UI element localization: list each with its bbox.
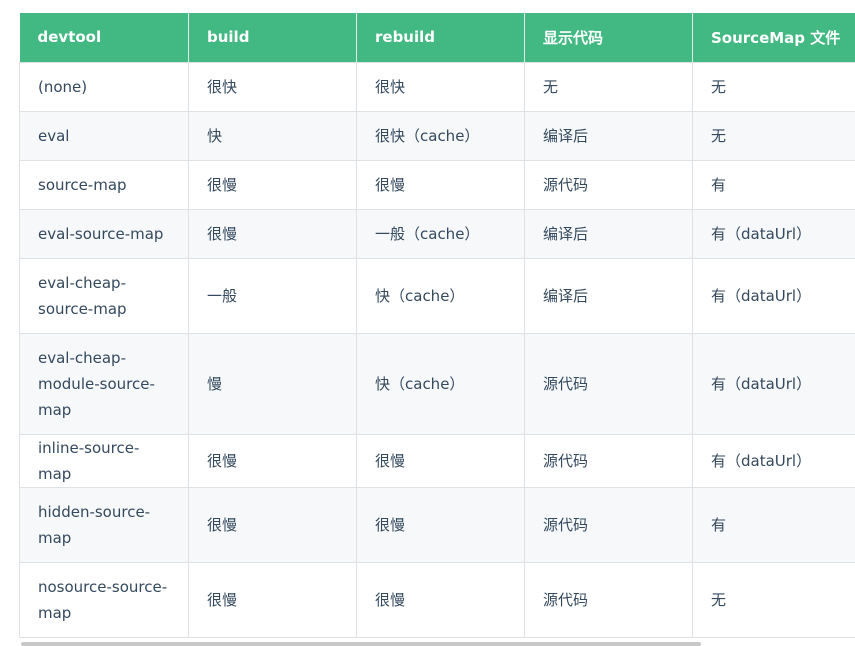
cell-devtool: (none) bbox=[19, 61, 189, 112]
table-row: eval-cheap-source-map 一般 快（cache） 编译后 有（… bbox=[19, 257, 855, 334]
cell-devtool: hidden-source-map bbox=[19, 486, 189, 563]
table-header: devtool build rebuild 显示代码 SourceMap 文件 bbox=[19, 13, 855, 62]
cell-display-code: 源代码 bbox=[524, 433, 693, 488]
cell-build: 很快 bbox=[188, 61, 357, 112]
comparison-table-container: devtool build rebuild 显示代码 SourceMap 文件 … bbox=[19, 13, 855, 638]
cell-rebuild: 快（cache） bbox=[356, 257, 525, 334]
cell-sourcemap-file: 有（dataUrl） bbox=[692, 257, 855, 334]
cell-display-code: 编译后 bbox=[524, 257, 693, 334]
cell-display-code: 源代码 bbox=[524, 486, 693, 563]
cell-display-code: 源代码 bbox=[524, 159, 693, 210]
table-row: eval 快 很快（cache） 编译后 无 bbox=[19, 110, 855, 161]
table-row: source-map 很慢 很慢 源代码 有 bbox=[19, 159, 855, 210]
header-devtool: devtool bbox=[19, 13, 189, 62]
cell-build: 很慢 bbox=[188, 208, 357, 259]
table-row: eval-source-map 很慢 一般（cache） 编译后 有（dataU… bbox=[19, 208, 855, 259]
cell-rebuild: 一般（cache） bbox=[356, 208, 525, 259]
cell-display-code: 编译后 bbox=[524, 110, 693, 161]
table-row: eval-cheap-module-source-map 慢 快（cache） … bbox=[19, 332, 855, 435]
cell-display-code: 源代码 bbox=[524, 332, 693, 435]
cell-sourcemap-file: 有（dataUrl） bbox=[692, 332, 855, 435]
table-row: inline-source-map 很慢 很慢 源代码 有（dataUrl） bbox=[19, 433, 855, 488]
cell-display-code: 编译后 bbox=[524, 208, 693, 259]
horizontal-scrollbar[interactable] bbox=[21, 642, 701, 646]
header-display-code: 显示代码 bbox=[524, 13, 693, 62]
cell-rebuild: 很慢 bbox=[356, 561, 525, 638]
cell-build: 很慢 bbox=[188, 433, 357, 488]
cell-devtool: inline-source-map bbox=[19, 433, 189, 488]
cell-rebuild: 很慢 bbox=[356, 486, 525, 563]
table-row: hidden-source-map 很慢 很慢 源代码 有 bbox=[19, 486, 855, 563]
devtool-comparison-table: devtool build rebuild 显示代码 SourceMap 文件 … bbox=[19, 13, 855, 638]
cell-devtool: nosource-source-map bbox=[19, 561, 189, 638]
cell-sourcemap-file: 有 bbox=[692, 486, 855, 563]
header-build: build bbox=[188, 13, 357, 62]
cell-sourcemap-file: 无 bbox=[692, 61, 855, 112]
cell-build: 很慢 bbox=[188, 486, 357, 563]
header-sourcemap-file: SourceMap 文件 bbox=[692, 13, 855, 62]
cell-sourcemap-file: 有（dataUrl） bbox=[692, 208, 855, 259]
cell-devtool: eval-cheap-module-source-map bbox=[19, 332, 189, 435]
cell-build: 很慢 bbox=[188, 159, 357, 210]
cell-sourcemap-file: 无 bbox=[692, 561, 855, 638]
cell-devtool: source-map bbox=[19, 159, 189, 210]
cell-build: 很慢 bbox=[188, 561, 357, 638]
cell-build: 慢 bbox=[188, 332, 357, 435]
cell-devtool: eval bbox=[19, 110, 189, 161]
cell-build: 一般 bbox=[188, 257, 357, 334]
cell-build: 快 bbox=[188, 110, 357, 161]
cell-devtool: eval-source-map bbox=[19, 208, 189, 259]
cell-rebuild: 很快（cache） bbox=[356, 110, 525, 161]
cell-sourcemap-file: 有 bbox=[692, 159, 855, 210]
cell-sourcemap-file: 有（dataUrl） bbox=[692, 433, 855, 488]
cell-devtool: eval-cheap-source-map bbox=[19, 257, 189, 334]
cell-display-code: 无 bbox=[524, 61, 693, 112]
cell-rebuild: 很慢 bbox=[356, 159, 525, 210]
cell-rebuild: 快（cache） bbox=[356, 332, 525, 435]
table-row: nosource-source-map 很慢 很慢 源代码 无 bbox=[19, 561, 855, 638]
cell-rebuild: 很慢 bbox=[356, 433, 525, 488]
table-body: (none) 很快 很快 无 无 eval 快 很快（cache） 编译后 无 … bbox=[19, 61, 855, 638]
cell-sourcemap-file: 无 bbox=[692, 110, 855, 161]
cell-rebuild: 很快 bbox=[356, 61, 525, 112]
header-rebuild: rebuild bbox=[356, 13, 525, 62]
table-row: (none) 很快 很快 无 无 bbox=[19, 61, 855, 112]
cell-display-code: 源代码 bbox=[524, 561, 693, 638]
header-row: devtool build rebuild 显示代码 SourceMap 文件 bbox=[19, 13, 855, 62]
